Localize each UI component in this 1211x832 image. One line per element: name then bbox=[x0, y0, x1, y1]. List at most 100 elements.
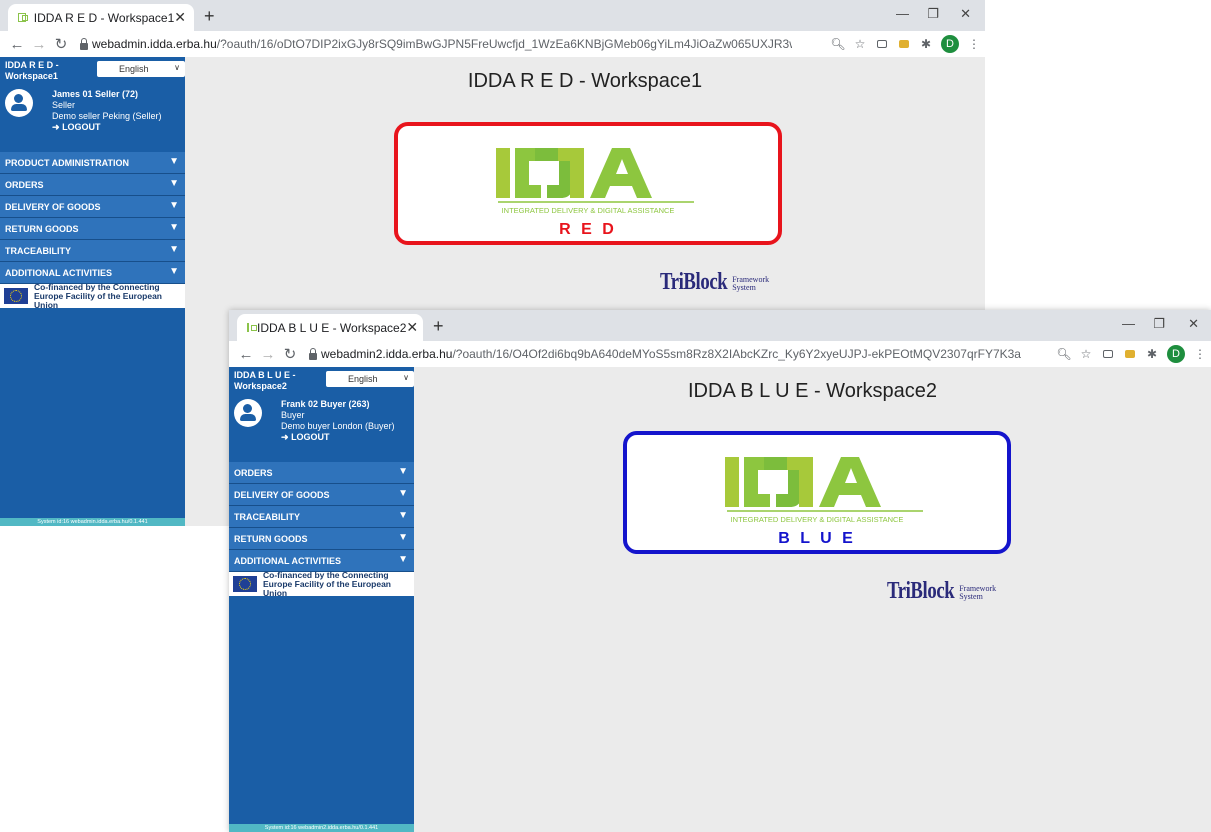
logout-link[interactable]: ➜ LOGOUT bbox=[52, 122, 162, 133]
tab-strip: IDDA R E D - Workspace1 ✕ + — ❐ ✕ bbox=[0, 0, 985, 31]
chevron-down-icon: ▼ bbox=[169, 178, 179, 189]
menu-delivery-of-goods[interactable]: DELIVERY OF GOODS ▼ bbox=[0, 196, 185, 218]
puzzle-extensions-icon[interactable]: ✱ bbox=[915, 37, 937, 51]
chevron-down-icon: ▼ bbox=[398, 488, 408, 499]
user-role: Seller bbox=[52, 100, 76, 110]
close-tab-icon[interactable]: ✕ bbox=[406, 319, 418, 336]
chevron-down-icon: ▼ bbox=[169, 244, 179, 255]
forward-icon[interactable]: → bbox=[28, 36, 50, 53]
workspace-name: IDDA B L U E - Workspace2 bbox=[234, 370, 296, 391]
eu-flag-icon bbox=[4, 288, 28, 304]
minimize-icon[interactable]: — bbox=[896, 6, 909, 21]
sidebar-header: IDDA R E D - Workspace1 English ∨ bbox=[0, 57, 185, 81]
url-path: /?oauth/16/oDtO7DIP2ixGJy8rSQ9imBwGJPN5F… bbox=[216, 37, 792, 51]
menu-return-goods[interactable]: RETURN GOODS ▼ bbox=[0, 218, 185, 240]
browser-tab[interactable]: IDDA B L U E - Workspace2 ✕ bbox=[237, 314, 423, 341]
reload-icon[interactable]: ↻ bbox=[279, 345, 301, 363]
user-avatar-icon bbox=[234, 399, 262, 427]
triblock-main: TriBlock bbox=[660, 269, 728, 295]
new-tab-icon[interactable]: + bbox=[204, 6, 215, 27]
close-window-icon[interactable]: ✕ bbox=[960, 6, 971, 22]
menu-orders[interactable]: ORDERS ▼ bbox=[229, 462, 414, 484]
screenshot-extension-icon[interactable] bbox=[1097, 347, 1119, 361]
menu-traceability[interactable]: TRACEABILITY ▼ bbox=[229, 506, 414, 528]
logout-link[interactable]: ➜ LOGOUT bbox=[281, 432, 395, 443]
profile-avatar-icon[interactable]: D bbox=[941, 35, 959, 53]
minimize-icon[interactable]: — bbox=[1122, 316, 1135, 331]
zoom-icon[interactable]: 🔍︎ bbox=[1053, 347, 1075, 361]
triblock-main: TriBlock bbox=[887, 578, 955, 604]
address-bar[interactable]: webadmin2.idda.erba.hu/?oauth/16/O4Of2di… bbox=[321, 347, 1021, 361]
chevron-down-icon: ▼ bbox=[169, 222, 179, 233]
menu-label: RETURN GOODS bbox=[234, 533, 308, 544]
user-name: James 01 Seller (72) bbox=[52, 89, 139, 99]
menu-label: DELIVERY OF GOODS bbox=[234, 489, 330, 500]
logo-variant-label: B L U E bbox=[778, 530, 856, 547]
browser-window-blue: IDDA B L U E - Workspace2 ✕ + — ❐ ✕ ← → … bbox=[229, 310, 1211, 832]
language-select[interactable]: English ∨ bbox=[97, 61, 185, 77]
bookmark-star-icon[interactable]: ☆ bbox=[849, 37, 871, 51]
url-path: /?oauth/16/O4Of2di6bq9bA640deMYoS5sm8Rz8… bbox=[452, 347, 1021, 361]
user-panel: James 01 Seller (72) Seller Demo seller … bbox=[0, 81, 185, 152]
eu-cofinance-banner: Co-financed by the Connecting Europe Fac… bbox=[0, 282, 185, 309]
forward-icon[interactable]: → bbox=[257, 346, 279, 363]
screenshot-extension-icon[interactable] bbox=[871, 37, 893, 51]
chevron-down-icon: ∨ bbox=[403, 373, 409, 382]
menu-label: ORDERS bbox=[234, 467, 273, 478]
workspace-name: IDDA R E D - Workspace1 bbox=[5, 60, 59, 81]
logo-variant-label: R E D bbox=[559, 221, 617, 238]
logo-tagline: INTEGRATED DELIVERY & DIGITAL ASSISTANCE bbox=[398, 206, 778, 215]
menu-label: RETURN GOODS bbox=[5, 223, 79, 234]
menu-return-goods[interactable]: RETURN GOODS ▼ bbox=[229, 528, 414, 550]
close-tab-icon[interactable]: ✕ bbox=[174, 9, 186, 26]
user-role: Buyer bbox=[281, 410, 305, 420]
menu-delivery-of-goods[interactable]: DELIVERY OF GOODS ▼ bbox=[229, 484, 414, 506]
triblock-logo: TriBlock Framework System bbox=[887, 578, 996, 605]
puzzle-extensions-icon[interactable]: ✱ bbox=[1141, 347, 1163, 361]
menu-label: TRACEABILITY bbox=[234, 511, 300, 522]
idda-favicon-icon bbox=[18, 13, 28, 22]
menu-label: ADDITIONAL ACTIVITIES bbox=[234, 555, 342, 566]
chevron-down-icon: ▼ bbox=[169, 266, 179, 277]
idda-favicon-icon bbox=[247, 323, 257, 332]
zoom-icon[interactable]: 🔍︎ bbox=[827, 37, 849, 51]
tab-strip: IDDA B L U E - Workspace2 ✕ + — ❐ ✕ bbox=[229, 310, 1211, 341]
system-id-bar: System id:16 webadmin.idda.erba.hu/0.1.4… bbox=[0, 518, 185, 526]
profile-avatar-icon[interactable]: D bbox=[1167, 345, 1185, 363]
menu-product-administration[interactable]: PRODUCT ADMINISTRATION ▼ bbox=[0, 152, 185, 174]
close-window-icon[interactable]: ✕ bbox=[1188, 316, 1199, 332]
browser-tab[interactable]: IDDA R E D - Workspace1 ✕ bbox=[8, 4, 194, 31]
logout-label: LOGOUT bbox=[291, 432, 330, 442]
eu-text: Co-financed by the Connecting Europe Fac… bbox=[263, 569, 391, 598]
triblock-system: System bbox=[732, 283, 756, 292]
back-icon[interactable]: ← bbox=[6, 36, 28, 53]
menu-additional-activities[interactable]: ADDITIONAL ACTIVITIES ▼ bbox=[229, 550, 414, 572]
reload-icon[interactable]: ↻ bbox=[50, 35, 72, 53]
chevron-down-icon: ▼ bbox=[398, 554, 408, 565]
menu-orders[interactable]: ORDERS ▼ bbox=[0, 174, 185, 196]
kebab-menu-icon[interactable]: ⋮ bbox=[963, 37, 985, 51]
tab-title: IDDA B L U E - Workspace2 bbox=[257, 320, 407, 335]
restore-icon[interactable]: ❐ bbox=[927, 6, 939, 22]
tagline-and: & bbox=[590, 206, 596, 215]
restore-icon[interactable]: ❐ bbox=[1153, 316, 1165, 332]
system-id-bar: System id:16 webadmin2.idda.erba.hu/0.1.… bbox=[229, 824, 414, 832]
logout-icon: ➜ bbox=[52, 122, 60, 132]
bookmark-star-icon[interactable]: ☆ bbox=[1075, 347, 1097, 361]
new-tab-icon[interactable]: + bbox=[433, 316, 444, 337]
url-host: webadmin.idda.erba.hu bbox=[92, 37, 217, 51]
triblock-logo: TriBlock Framework System bbox=[660, 269, 769, 296]
user-organization: Demo seller Peking (Seller) bbox=[52, 111, 162, 121]
extension-icon[interactable] bbox=[1119, 347, 1141, 361]
back-icon[interactable]: ← bbox=[235, 346, 257, 363]
kebab-menu-icon[interactable]: ⋮ bbox=[1189, 347, 1211, 361]
logout-icon: ➜ bbox=[281, 432, 289, 442]
chevron-down-icon: ▼ bbox=[169, 200, 179, 211]
language-select[interactable]: English ∨ bbox=[326, 371, 414, 387]
extension-icon[interactable] bbox=[893, 37, 915, 51]
menu-traceability[interactable]: TRACEABILITY ▼ bbox=[0, 240, 185, 262]
web-app: IDDA B L U E - Workspace2 English ∨ Fran… bbox=[229, 367, 1211, 832]
menu-additional-activities[interactable]: ADDITIONAL ACTIVITIES ▼ bbox=[0, 262, 185, 284]
address-bar[interactable]: webadmin.idda.erba.hu/?oauth/16/oDtO7DIP… bbox=[92, 37, 792, 51]
browser-toolbar: ← → ↻ webadmin.idda.erba.hu/?oauth/16/oD… bbox=[0, 31, 985, 57]
